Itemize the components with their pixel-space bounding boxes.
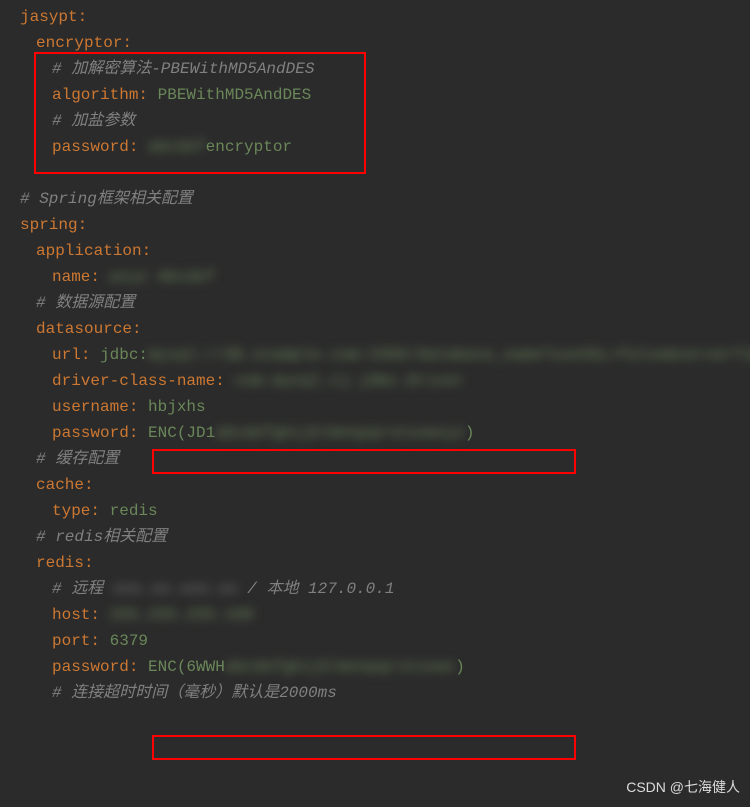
yaml-comment: # 加解密算法-PBEWithMD5AndDES — [52, 60, 314, 78]
code-line: host: 255.255.255.100 — [0, 602, 750, 628]
blurred-text: 255.255.255.100 — [110, 602, 254, 628]
yaml-value: PBEWithMD5AndDES — [158, 86, 312, 104]
code-line: username: hbjxhs — [0, 394, 750, 420]
code-line: # 连接超时时间（毫秒）默认是2000ms — [0, 680, 750, 706]
yaml-comment: # Spring框架相关配置 — [20, 190, 193, 208]
code-line: # 缓存配置 — [0, 446, 750, 472]
yaml-value: jdbc: — [100, 346, 148, 364]
yaml-value: hbjxhs — [148, 398, 206, 416]
yaml-value: redis — [110, 502, 158, 520]
yaml-key: encryptor — [36, 34, 122, 52]
yaml-value: 6379 — [110, 632, 148, 650]
yaml-key: type — [52, 502, 90, 520]
enc-suffix: ) — [455, 658, 465, 676]
enc-suffix: ) — [465, 424, 475, 442]
code-line: # 数据源配置 — [0, 290, 750, 316]
yaml-comment: # 加盐参数 — [52, 112, 135, 130]
yaml-comment: # 缓存配置 — [36, 450, 119, 468]
code-editor[interactable]: jasypt: encryptor: # 加解密算法-PBEWithMD5And… — [0, 0, 750, 710]
code-line: driver-class-name: com.mysql.cj.jdbc.Dri… — [0, 368, 750, 394]
code-line: application: — [0, 238, 750, 264]
yaml-comment: / 本地 127.0.0.1 — [238, 580, 395, 598]
code-line: password: abcdefencryptor — [0, 134, 750, 160]
yaml-key: username — [52, 398, 129, 416]
code-line: cache: — [0, 472, 750, 498]
enc-prefix: ENC(JD1 — [148, 424, 215, 442]
yaml-key: password — [52, 658, 129, 676]
code-line: type: redis — [0, 498, 750, 524]
yaml-key: driver-class-name — [52, 372, 215, 390]
yaml-key: port — [52, 632, 90, 650]
yaml-comment: # 连接超时时间（毫秒）默认是2000ms — [52, 684, 337, 702]
yaml-key: password — [52, 424, 129, 442]
enc-prefix: ENC(6WWH — [148, 658, 225, 676]
yaml-key: jasypt — [20, 8, 78, 26]
yaml-key: password — [52, 138, 129, 156]
watermark: CSDN @七海健人 — [626, 777, 740, 797]
blurred-text: wxyz Abcdef — [110, 264, 216, 290]
blurred-text: xxx.xx.xxx.xx — [113, 576, 238, 602]
code-line: password: ENC(JD1abcdefghijklmnopqrstuvw… — [0, 420, 750, 446]
code-line: password: ENC(6WWHabcdefghijklmnopqrstuv… — [0, 654, 750, 680]
blurred-text: mysql://db.example.com:3306/database_nam… — [148, 342, 750, 368]
code-line: datasource: — [0, 316, 750, 342]
yaml-key: redis — [36, 554, 84, 572]
blank-line — [0, 160, 750, 186]
yaml-comment: # redis相关配置 — [36, 528, 167, 546]
code-line: # 远程 xxx.xx.xxx.xx / 本地 127.0.0.1 — [0, 576, 750, 602]
yaml-key: spring — [20, 216, 78, 234]
code-line: # 加解密算法-PBEWithMD5AndDES — [0, 56, 750, 82]
code-line: spring: — [0, 212, 750, 238]
code-line: encryptor: — [0, 30, 750, 56]
yaml-key: algorithm — [52, 86, 138, 104]
code-line: algorithm: PBEWithMD5AndDES — [0, 82, 750, 108]
code-line: port: 6379 — [0, 628, 750, 654]
code-line: # Spring框架相关配置 — [0, 186, 750, 212]
blurred-text: com.mysql.cj.jdbc.Driver — [234, 368, 464, 394]
yaml-key: name — [52, 268, 90, 286]
code-line: # redis相关配置 — [0, 524, 750, 550]
code-line: url: jdbc:mysql://db.example.com:3306/da… — [0, 342, 750, 368]
yaml-comment: # 远程 — [52, 580, 113, 598]
blurred-text: abcdefghijklmnopqrstuvwxyz — [215, 420, 465, 446]
blurred-text: abcdef — [148, 134, 206, 160]
yaml-key: host — [52, 606, 90, 624]
yaml-key: url — [52, 346, 81, 364]
code-line: # 加盐参数 — [0, 108, 750, 134]
yaml-comment: # 数据源配置 — [36, 294, 135, 312]
code-line: redis: — [0, 550, 750, 576]
blurred-text: abcdefghijklmnopqrstuvwx — [225, 654, 455, 680]
yaml-key: application — [36, 242, 142, 260]
yaml-key: datasource — [36, 320, 132, 338]
yaml-key: cache — [36, 476, 84, 494]
highlight-box — [152, 735, 576, 760]
code-line: jasypt: — [0, 4, 750, 30]
yaml-value: encryptor — [206, 138, 292, 156]
code-line: name: wxyz Abcdef — [0, 264, 750, 290]
